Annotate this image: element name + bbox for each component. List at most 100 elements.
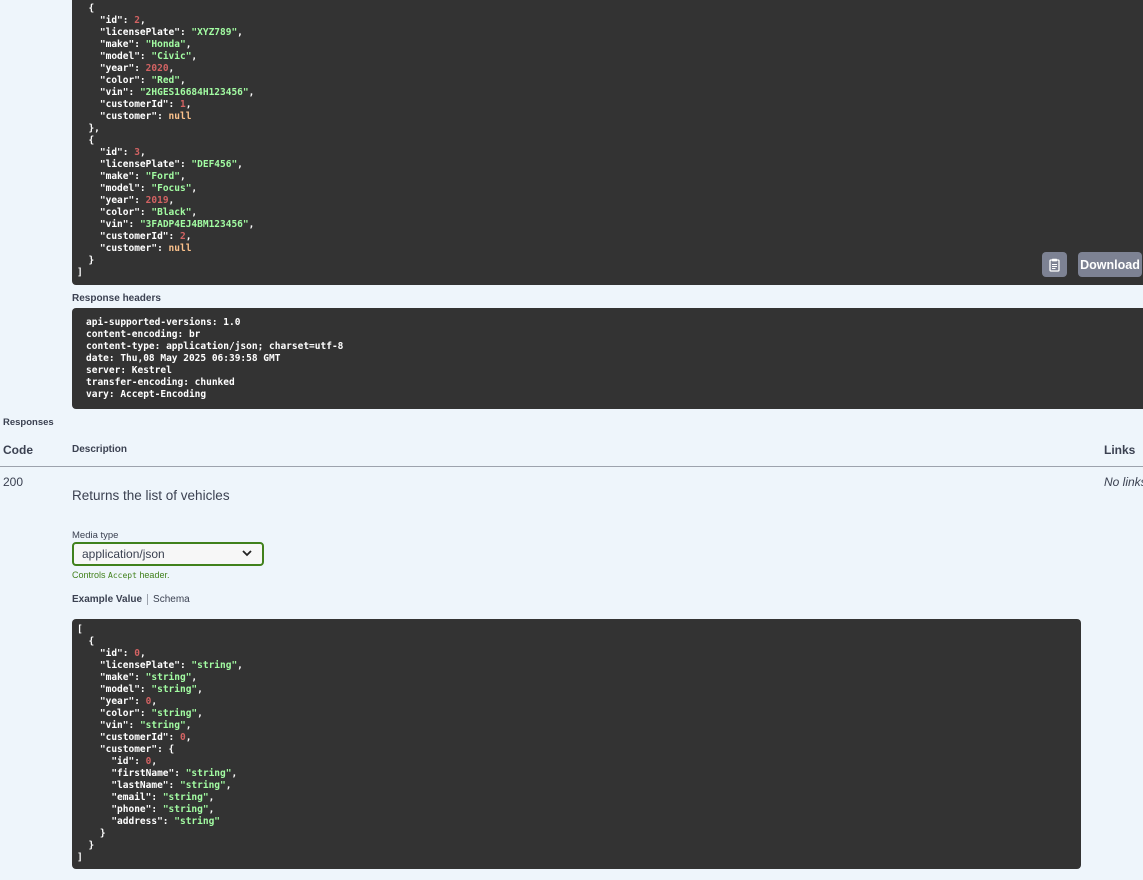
response-headers-title: Response headers — [72, 293, 161, 304]
header-line: api-supported-versions: 1.0 — [86, 317, 241, 328]
code-token: , — [185, 99, 192, 110]
code-token: : — [134, 696, 146, 707]
code-line: ] — [77, 852, 1081, 864]
code-token: "string" — [151, 708, 198, 719]
code-token: , — [151, 756, 158, 767]
header-line: content-encoding: br — [86, 329, 201, 340]
code-line: }, — [77, 123, 1143, 135]
code-token: : — [168, 231, 180, 242]
code-token: , — [185, 720, 192, 731]
code-token: "string" — [151, 684, 198, 695]
code-token: : — [128, 720, 140, 731]
code-token: , — [248, 87, 255, 98]
code-token: : — [134, 756, 146, 767]
code-token: "Civic" — [151, 51, 192, 62]
code-token: , — [225, 780, 232, 791]
code-token: : — [139, 684, 152, 695]
code-line: "color": "string", — [77, 708, 1081, 720]
code-token: , — [237, 660, 243, 671]
code-token: "make" — [77, 39, 135, 50]
code-token: "color" — [77, 207, 140, 218]
code-token: "id" — [77, 147, 123, 158]
code-line: "model": "Focus", — [77, 183, 1143, 195]
code-token: "vin" — [77, 87, 129, 98]
code-line: "vin": "3FADP4EJ4BM123456", — [77, 219, 1143, 231]
code-line: "model": "string", — [77, 684, 1081, 696]
code-line: "year": 2019, — [77, 195, 1143, 207]
code-token: "string" — [179, 780, 226, 791]
code-token: "make" — [77, 171, 135, 182]
code-token: "DEF456" — [191, 159, 238, 170]
code-line: "customer": null — [77, 111, 1143, 123]
code-token: "year" — [77, 63, 135, 74]
column-code: Code — [3, 443, 33, 457]
clipboard-icon — [1049, 258, 1060, 272]
code-line: [ — [77, 624, 1081, 636]
media-type-value: application/json — [82, 547, 165, 561]
code-token: "vin" — [77, 219, 129, 230]
code-token: "color" — [77, 75, 140, 86]
code-token: , — [168, 195, 175, 206]
chevron-down-icon — [242, 550, 252, 557]
code-line: "address": "string" — [77, 816, 1081, 828]
code-line: "year": 2020, — [77, 63, 1143, 75]
code-token: "Ford" — [145, 171, 180, 182]
code-token: : — [139, 183, 152, 194]
media-type-select[interactable]: application/json — [72, 542, 264, 566]
header-line: transfer-encoding: chunked — [86, 377, 235, 388]
download-button[interactable]: Download — [1078, 252, 1142, 277]
response-description: Returns the list of vehicles — [72, 488, 230, 503]
code-token: [ — [77, 624, 83, 635]
code-token: , — [139, 648, 146, 659]
code-token: "vin" — [77, 720, 129, 731]
code-line: "id": 3, — [77, 147, 1143, 159]
code-line: } — [77, 255, 1143, 267]
code-line: "licensePlate": "DEF456", — [77, 159, 1143, 171]
code-line: "customerId": 2, — [77, 231, 1143, 243]
header-line: content-type: application/json; charset=… — [86, 341, 344, 352]
controls-code: Accept — [108, 571, 137, 580]
code-token: "id" — [77, 756, 135, 767]
code-token: "year" — [77, 195, 135, 206]
code-line: { — [77, 636, 1081, 648]
code-token: : — [128, 219, 140, 230]
code-token: "customerId" — [77, 231, 169, 242]
tab-example-value[interactable]: Example Value — [72, 594, 142, 605]
code-token: : — [139, 75, 152, 86]
tab-schema[interactable]: Schema — [153, 594, 190, 605]
code-token: : — [134, 63, 146, 74]
code-token: , — [191, 183, 198, 194]
code-line: { — [77, 3, 1143, 15]
code-token: ] — [77, 852, 83, 863]
code-token: : — [157, 243, 169, 254]
code-token: "customer" — [77, 744, 158, 755]
code-token: "licensePlate" — [77, 159, 180, 170]
code-token: "customerId" — [77, 732, 169, 743]
code-line: "licensePlate": "string", — [77, 660, 1081, 672]
code-line: "color": "Black", — [77, 207, 1143, 219]
code-token: : — [168, 780, 180, 791]
code-token: : — [134, 39, 146, 50]
code-token: "color" — [77, 708, 140, 719]
code-token: null — [168, 111, 192, 122]
code-token: "licensePlate" — [77, 27, 180, 38]
code-token: "string" — [162, 804, 209, 815]
code-line: "id": 2, — [77, 15, 1143, 27]
code-line: } — [77, 828, 1081, 840]
code-token: , — [191, 51, 198, 62]
code-token: "model" — [77, 183, 140, 194]
code-token: , — [139, 147, 146, 158]
code-token: : — [168, 732, 180, 743]
code-token: { — [77, 3, 95, 14]
code-line: "make": "string", — [77, 672, 1081, 684]
code-token: } — [77, 255, 95, 266]
code-token: "2HGES16684H123456" — [139, 87, 249, 98]
code-line: "make": "Ford", — [77, 171, 1143, 183]
code-token: 2020 — [145, 63, 169, 74]
code-token: : — [134, 195, 146, 206]
code-token: , — [139, 15, 146, 26]
code-line: "email": "string", — [77, 792, 1081, 804]
code-token: : — [151, 792, 163, 803]
copy-to-clipboard-button[interactable] — [1042, 252, 1067, 277]
code-token: , — [179, 171, 186, 182]
